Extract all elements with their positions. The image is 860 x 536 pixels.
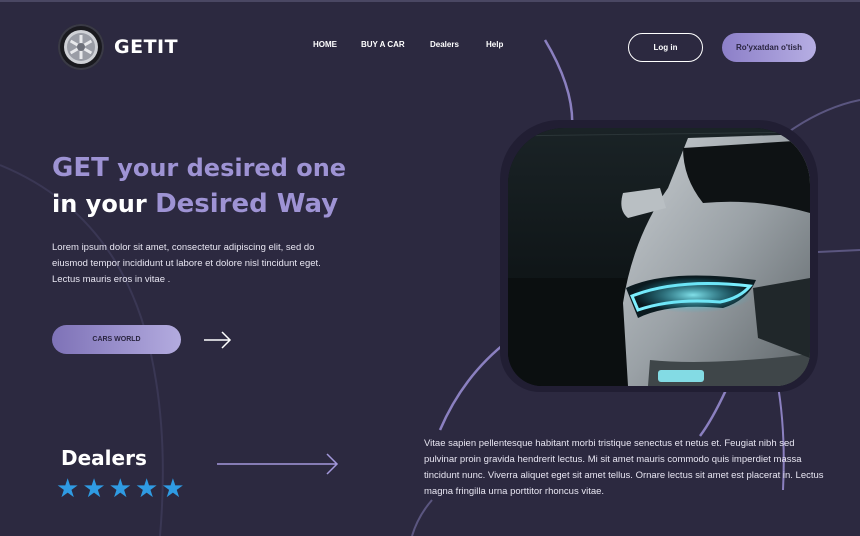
- top-border: [0, 0, 860, 2]
- brand-name: GETIT: [114, 36, 179, 58]
- bottom-description: Vitae sapien pellentesque habitant morbi…: [424, 438, 824, 497]
- arrow-right-icon[interactable]: [203, 330, 233, 350]
- hero-description: Lorem ipsum dolor sit amet, consectetur …: [52, 242, 321, 285]
- hero-title: GET your desired one in your Desired Way: [52, 150, 346, 222]
- star-icon: ★: [108, 473, 132, 503]
- login-button[interactable]: Log in: [628, 33, 703, 62]
- cars-world-button[interactable]: CARS WORLD: [52, 325, 181, 354]
- hero-title-get: GET: [52, 153, 109, 183]
- star-icon: ★: [161, 473, 185, 503]
- hero-title-line-2-prefix: in your: [52, 190, 156, 218]
- hero-title-line-1-rest: your desired one: [108, 154, 347, 182]
- hero-title-line-1: GET your desired one: [52, 150, 346, 186]
- brand-logo[interactable]: GETIT: [58, 24, 178, 70]
- wheel-icon: [58, 24, 104, 70]
- hero-title-line-2-accent: Desired Way: [155, 189, 339, 219]
- hero-car-image: [508, 128, 810, 386]
- nav-item-home[interactable]: HOME: [313, 40, 337, 49]
- nav-item-dealers[interactable]: Dealers: [430, 40, 459, 49]
- nav-item-help[interactable]: Help: [486, 40, 503, 49]
- hero-title-line-2: in your Desired Way: [52, 186, 346, 222]
- nav-item-buy-a-car[interactable]: BUY A CAR: [361, 40, 405, 49]
- dealers-title: Dealers: [61, 446, 147, 470]
- star-icon: ★: [56, 473, 80, 503]
- star-icon: ★: [134, 473, 159, 503]
- arrow-right-icon[interactable]: [216, 452, 340, 476]
- dealers-rating: ★ ★ ★ ★ ★: [56, 475, 185, 501]
- star-icon: ★: [82, 473, 106, 503]
- register-button[interactable]: Ro'yxatdan o'tish: [722, 33, 816, 62]
